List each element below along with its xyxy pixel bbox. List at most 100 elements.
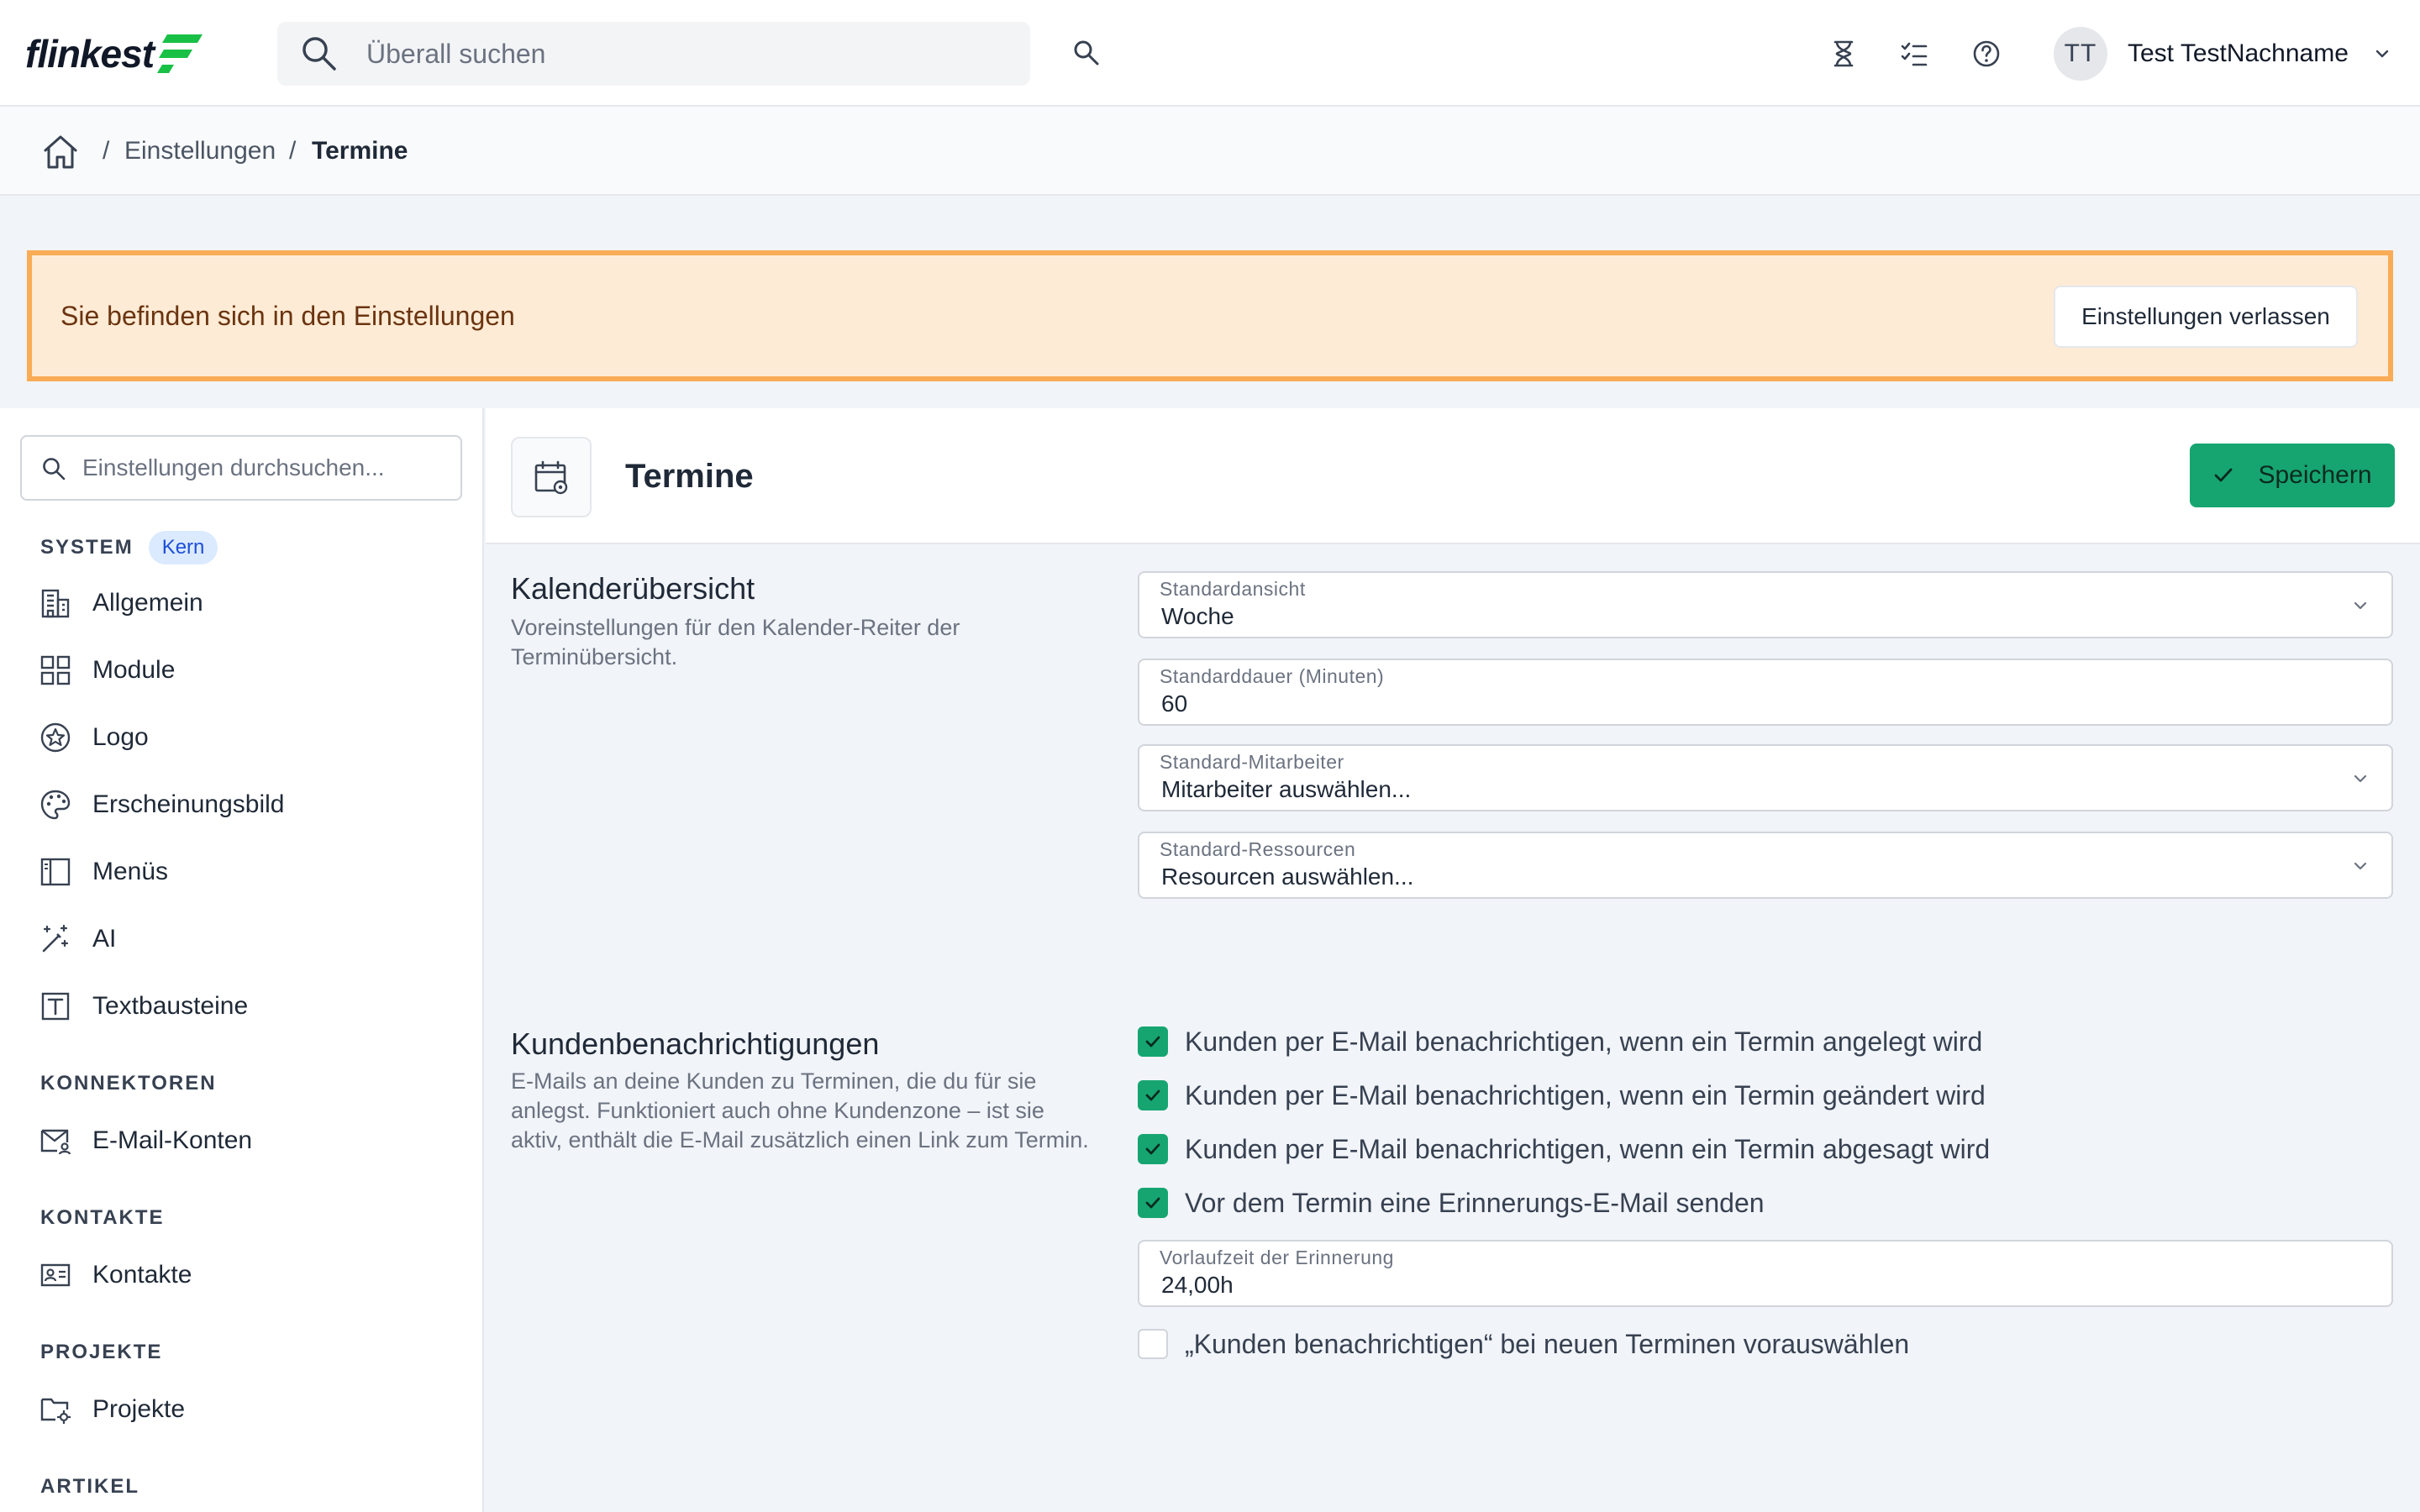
flinkest-logo[interactable]: flinkest	[25, 30, 204, 77]
check-icon	[2215, 468, 2233, 482]
logo-mark-icon	[157, 34, 203, 73]
checkbox-termin-angelegt[interactable]: Kunden per E-Mail benachrichtigen, wenn …	[1138, 1023, 1982, 1060]
grid-icon	[37, 652, 74, 689]
checkbox-checked[interactable]	[1138, 1080, 1168, 1110]
sidebar-item-label: Textbausteine	[92, 992, 249, 1020]
logo-wordmark: flinkest	[25, 32, 155, 76]
magic-wand-icon	[37, 921, 74, 958]
breadcrumb-item-einstellungen[interactable]: Einstellungen	[124, 107, 276, 196]
check-icon	[1145, 1036, 1160, 1047]
settings-sidebar: SYSTEM Kern Allgemein Module Logo Ersche…	[0, 408, 484, 1512]
settings-search-input[interactable]	[82, 437, 452, 499]
sidebar-item-label: Projekte	[92, 1395, 186, 1423]
field-label: Standard-Ressourcen	[1160, 838, 1356, 860]
sidebar-item-allgemein[interactable]: Allgemein	[37, 578, 457, 628]
standardansicht-select[interactable]: Standardansicht Woche	[1138, 571, 2393, 638]
sidebar-item-logo[interactable]: Logo	[37, 712, 457, 763]
sidebar-item-label: AI	[92, 925, 117, 953]
sidebar-item-label: Allgemein	[92, 589, 203, 617]
banner-text: Sie befinden sich in den Einstellungen	[60, 300, 515, 331]
sidebar-item-erscheinungsbild[interactable]: Erscheinungsbild	[37, 780, 457, 830]
help-icon[interactable]	[1970, 37, 2003, 71]
checkbox-termin-abgesagt[interactable]: Kunden per E-Mail benachrichtigen, wenn …	[1138, 1131, 1990, 1168]
vorlaufzeit-input[interactable]: Vorlaufzeit der Erinnerung 24,00h	[1138, 1240, 2393, 1307]
mail-user-icon	[37, 1122, 74, 1159]
leave-settings-button[interactable]: Einstellungen verlassen	[2054, 286, 2358, 348]
field-value: 60	[1161, 690, 1188, 717]
sidebar-item-label: E-Mail-Konten	[92, 1126, 253, 1154]
chevron-down-icon	[2354, 862, 2367, 870]
section-title-kundenbenachrichtigungen: Kundenbenachrichtigungen	[511, 1026, 880, 1061]
user-name: Test TestNachname	[2128, 39, 2349, 67]
save-button[interactable]: Speichern	[2190, 444, 2395, 507]
hourglass-icon[interactable]	[1827, 37, 1860, 71]
checkbox-label: Vor dem Termin eine Erinnerungs-E-Mail s…	[1185, 1187, 1765, 1218]
global-search	[277, 22, 1030, 86]
sidebar-item-label: Module	[92, 656, 176, 684]
page-title: Termine	[625, 457, 754, 495]
palette-icon	[37, 786, 74, 823]
settings-search	[20, 435, 462, 501]
sidebar-item-projekte[interactable]: Projekte	[37, 1384, 457, 1435]
checkbox-label: Kunden per E-Mail benachrichtigen, wenn …	[1185, 1079, 1986, 1110]
checkbox-unchecked[interactable]	[1138, 1329, 1168, 1359]
standarddauer-input[interactable]: Standarddauer (Minuten) 60	[1138, 659, 2393, 726]
breadcrumb-separator: /	[289, 137, 297, 165]
building-icon	[37, 585, 74, 622]
user-menu[interactable]: TT Test TestNachname	[2054, 27, 2391, 81]
sidebar-layout-icon	[37, 853, 74, 890]
field-label: Standarddauer (Minuten)	[1160, 665, 1385, 687]
search-icon	[43, 458, 66, 480]
checkbox-label: „Kunden benachrichtigen“ bei neuen Termi…	[1185, 1328, 1910, 1359]
check-icon	[1145, 1197, 1160, 1209]
home-icon[interactable]	[40, 132, 81, 172]
field-value: 24,00h	[1161, 1272, 1234, 1298]
checkbox-termin-geaendert[interactable]: Kunden per E-Mail benachrichtigen, wenn …	[1138, 1077, 1986, 1114]
sidebar-item-label: Kontakte	[92, 1261, 192, 1289]
check-icon	[1145, 1143, 1160, 1155]
global-search-input[interactable]	[366, 22, 1005, 86]
checkbox-checked[interactable]	[1138, 1026, 1168, 1057]
group-label-kontakte: KONTAKTE	[40, 1206, 165, 1229]
field-label: Standardansicht	[1160, 578, 1306, 600]
standard-ressourcen-select[interactable]: Standard-Ressourcen Resourcen auswählen.…	[1138, 832, 2393, 899]
group-label-system: SYSTEM Kern	[40, 531, 218, 564]
checkbox-checked[interactable]	[1138, 1188, 1168, 1218]
kern-badge: Kern	[148, 531, 218, 564]
folder-gear-icon	[37, 1391, 74, 1428]
avatar: TT	[2054, 27, 2107, 81]
section-description: E-Mails an deine Kunden zu Terminen, die…	[511, 1068, 1089, 1152]
checkbox-label: Kunden per E-Mail benachrichtigen, wenn …	[1185, 1026, 1983, 1057]
checklist-icon[interactable]	[1897, 37, 1931, 71]
field-label: Vorlaufzeit der Erinnerung	[1160, 1247, 1394, 1268]
checkbox-vorauswaehlen[interactable]: „Kunden benachrichtigen“ bei neuen Termi…	[1138, 1326, 1909, 1362]
check-icon	[1145, 1089, 1160, 1101]
chevron-down-icon	[2354, 601, 2367, 610]
group-label-projekte: PROJEKTE	[40, 1341, 163, 1363]
breadcrumb-separator: /	[103, 137, 110, 165]
advanced-search-icon[interactable]	[1071, 37, 1104, 71]
section-title-kalenderuebersicht: Kalenderübersicht	[511, 571, 755, 606]
star-badge-icon	[37, 719, 74, 756]
checkbox-label: Kunden per E-Mail benachrichtigen, wenn …	[1185, 1133, 1991, 1164]
checkbox-erinnerung-senden[interactable]: Vor dem Termin eine Erinnerungs-E-Mail s…	[1138, 1184, 1765, 1221]
page-header: Termine Speichern	[486, 408, 2420, 544]
sidebar-item-email-konten[interactable]: E-Mail-Konten	[37, 1116, 457, 1166]
sidebar-item-textbausteine[interactable]: Textbausteine	[37, 981, 457, 1032]
chevron-down-icon	[2354, 774, 2367, 783]
calendar-gear-icon	[511, 437, 592, 517]
field-value: Mitarbeiter auswählen...	[1161, 776, 1412, 802]
group-label-text: SYSTEM	[40, 536, 134, 559]
sidebar-item-kontakte[interactable]: Kontakte	[37, 1250, 457, 1300]
sidebar-item-module[interactable]: Module	[37, 645, 457, 696]
checkbox-checked[interactable]	[1138, 1134, 1168, 1164]
group-label-artikel: ARTIKEL	[40, 1475, 139, 1498]
section-description: Voreinstellungen für den Kalender-Reiter…	[511, 615, 960, 669]
breadcrumb-item-current: Termine	[312, 137, 408, 165]
sidebar-item-ai[interactable]: AI	[37, 914, 457, 964]
breadcrumb: / Einstellungen / Termine	[0, 107, 2420, 196]
sidebar-item-label: Logo	[92, 723, 149, 751]
standard-mitarbeiter-select[interactable]: Standard-Mitarbeiter Mitarbeiter auswähl…	[1138, 744, 2393, 811]
contact-card-icon	[37, 1257, 74, 1294]
sidebar-item-menues[interactable]: Menüs	[37, 847, 457, 897]
